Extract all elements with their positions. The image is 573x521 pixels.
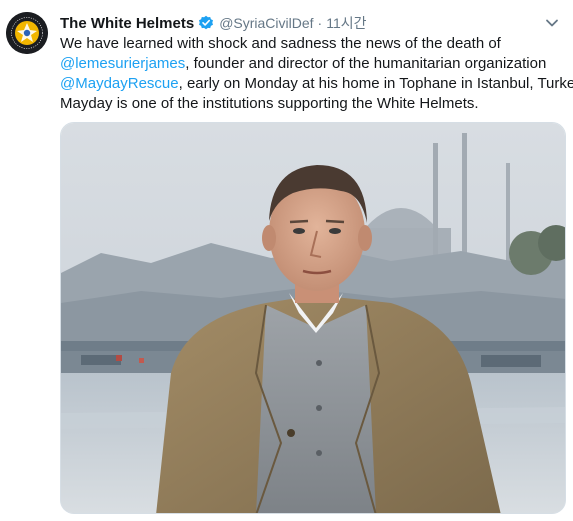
- tweet-timestamp[interactable]: 11시간: [326, 13, 366, 33]
- avatar[interactable]: [6, 12, 48, 54]
- verified-badge-icon: [198, 15, 214, 31]
- tweet-photo[interactable]: [60, 122, 566, 514]
- tweet-text-line: We have learned with shock and sadness t…: [60, 35, 501, 52]
- author-handle[interactable]: @SyriaCivilDef: [219, 15, 313, 31]
- tweet-text: We have learned with shock and sadness t…: [60, 34, 573, 114]
- tweet-header: The White Helmets @SyriaCivilDef · 11시간: [60, 12, 563, 34]
- tweet-text-line: @MaydayRescue, early on Monday at his ho…: [60, 74, 573, 94]
- tweet-text-line: Mayday is one of the institutions suppor…: [60, 95, 479, 112]
- chevron-down-icon[interactable]: [543, 14, 561, 32]
- mention-link[interactable]: @lemesurierjames: [60, 55, 185, 72]
- separator-dot: ·: [317, 15, 323, 31]
- tweet[interactable]: The White Helmets @SyriaCivilDef · 11시간 …: [0, 0, 573, 521]
- photo-image: [61, 123, 565, 513]
- tweet-text-fragment: , founder and director of the humanitari…: [185, 55, 547, 72]
- tweet-text-line: @lemesurierjames, founder and director o…: [60, 54, 565, 74]
- tweet-text-fragment: , early on Monday at his home in Tophane…: [178, 75, 573, 92]
- white-helmets-logo-icon: [6, 12, 48, 54]
- author-name[interactable]: The White Helmets: [60, 15, 194, 32]
- mention-link[interactable]: @MaydayRescue: [60, 75, 179, 92]
